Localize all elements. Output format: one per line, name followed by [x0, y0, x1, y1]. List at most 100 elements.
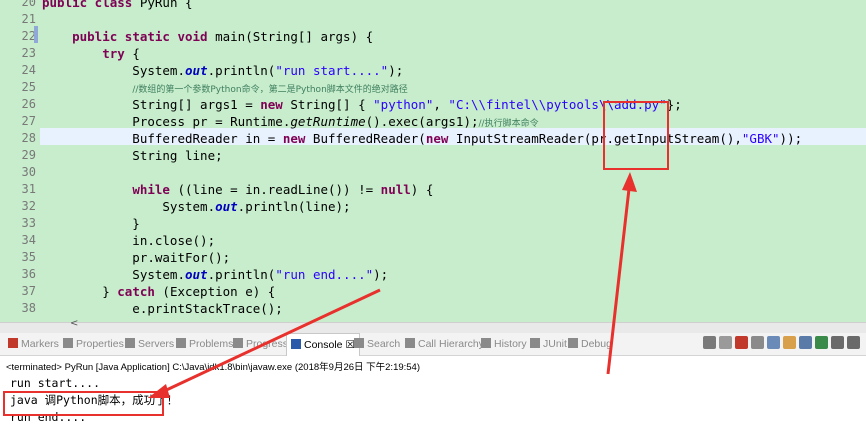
code-token: System.	[42, 63, 185, 78]
tab-label: Progress	[246, 338, 289, 350]
properties-icon	[63, 338, 73, 348]
remove-launch-icon[interactable]	[719, 336, 732, 349]
remove-all-icon[interactable]	[735, 336, 748, 349]
code-token: String[] {	[282, 97, 374, 112]
code-token: InputStreamReader(pr.getInputStream(),	[448, 131, 742, 146]
tab-problems[interactable]: Problems	[176, 338, 233, 350]
code-line: String line;	[42, 147, 222, 164]
terminate-icon[interactable]	[703, 336, 716, 349]
code-token: PyRun {	[132, 0, 193, 10]
line-number: 35	[21, 250, 36, 264]
code-token: );	[388, 63, 404, 78]
code-keyword: public static void	[72, 29, 208, 44]
line-number: 34	[21, 233, 36, 247]
editor-horizontal-scrollbar[interactable]	[0, 322, 866, 333]
line-number: 38	[21, 301, 36, 315]
code-token: Process pr = Runtime.	[42, 114, 291, 129]
tab-servers[interactable]: Servers	[125, 338, 174, 350]
line-number: 27	[21, 114, 36, 128]
code-line: public static void main(String[] args) {	[42, 28, 373, 45]
code-token: }	[42, 216, 140, 231]
open-console-icon[interactable]	[831, 336, 844, 349]
pin-console-icon[interactable]	[783, 336, 796, 349]
code-token: pr.waitFor();	[42, 250, 231, 265]
line-number: 37	[21, 284, 36, 298]
tab-call-hierarchy[interactable]: Call Hierarchy	[405, 338, 484, 350]
tab-label: Console ☒	[304, 339, 355, 351]
code-line: e.printStackTrace();	[42, 300, 283, 317]
override-marker	[34, 26, 38, 43]
code-keyword: public class	[42, 0, 133, 10]
code-keyword: null	[380, 182, 411, 197]
code-keyword: try	[102, 46, 125, 61]
junit-icon	[530, 338, 540, 348]
markers-icon	[8, 338, 18, 348]
code-line: in.close();	[42, 232, 215, 249]
code-token: out	[215, 199, 238, 214]
code-comment: //执行脚本命令	[478, 119, 539, 129]
debug-icon	[568, 338, 578, 348]
line-number: 36	[21, 267, 36, 281]
code-token: e.printStackTrace();	[42, 301, 283, 316]
tab-junit[interactable]: JUnit	[530, 338, 567, 350]
tab-history[interactable]: History	[481, 338, 527, 350]
view-menu-icon[interactable]	[847, 336, 860, 349]
line-number: 26	[21, 97, 36, 111]
tab-label: History	[494, 338, 527, 350]
code-line: System.out.println("run end....");	[42, 266, 388, 283]
code-string: "python"	[373, 97, 434, 112]
code-keyword: new	[260, 97, 283, 112]
code-line: } catch (Exception e) {	[42, 283, 275, 300]
code-token: ((line = in.readLine()) !=	[169, 182, 381, 197]
code-string: "GBK"	[741, 131, 780, 146]
line-number: 21	[21, 12, 36, 26]
tab-debug[interactable]: Debug	[568, 338, 612, 350]
code-token: (Exception e) {	[154, 284, 276, 299]
code-keyword: catch	[117, 284, 155, 299]
tab-label: Search	[367, 338, 401, 350]
tab-label: Servers	[138, 338, 175, 350]
code-token: {	[124, 46, 140, 61]
code-token: .println(	[207, 63, 276, 78]
display-console-icon[interactable]	[815, 336, 828, 349]
code-comment: //数组的第一个参数Python命令，第二是Python脚本文件的绝对路径	[132, 85, 408, 95]
code-line: BufferedReader in = new BufferedReader(n…	[42, 130, 802, 147]
search-icon	[354, 338, 364, 348]
code-token: ) {	[410, 182, 434, 197]
console-line: run start....	[10, 376, 101, 390]
console-toolbar	[703, 336, 860, 352]
code-line: while ((line = in.readLine()) != null) {	[42, 181, 433, 198]
line-number: 32	[21, 199, 36, 213]
code-token: ));	[779, 131, 803, 146]
tab-label: Properties	[76, 338, 124, 350]
word-wrap-icon[interactable]	[799, 336, 812, 349]
line-number: 20	[21, 0, 36, 9]
clear-console-icon[interactable]	[767, 336, 780, 349]
history-icon	[481, 338, 491, 348]
tab-console[interactable]: Console ☒	[286, 333, 360, 356]
tab-label: Call Hierarchy	[418, 338, 484, 350]
code-editor[interactable]: 20 21 22 23 24 25 26 27 28 29 30 31 32 33 34 35 36 37 38 p…	[0, 0, 866, 332]
code-token: BufferedReader(	[305, 131, 426, 146]
code-token: }	[42, 284, 118, 299]
code-line: try {	[42, 45, 140, 62]
code-token: out	[185, 63, 208, 78]
servers-icon	[125, 338, 135, 348]
code-line: }	[42, 215, 140, 232]
scroll-left-icon[interactable]: <	[70, 318, 78, 329]
code-line: public class PyRun {	[42, 0, 193, 11]
tab-label: Debug	[581, 338, 612, 350]
code-token: main(String[] args) {	[207, 29, 374, 44]
tab-label: JUnit	[543, 338, 567, 350]
code-line: pr.waitFor();	[42, 249, 230, 266]
scroll-lock-icon[interactable]	[751, 336, 764, 349]
tab-search[interactable]: Search	[354, 338, 400, 350]
line-number: 24	[21, 63, 36, 77]
tab-markers[interactable]: Markers	[8, 338, 59, 350]
tab-properties[interactable]: Properties	[63, 338, 124, 350]
code-keyword: new	[282, 131, 306, 146]
tab-progress[interactable]: Progress	[233, 338, 288, 350]
code-keyword: while	[132, 182, 170, 197]
